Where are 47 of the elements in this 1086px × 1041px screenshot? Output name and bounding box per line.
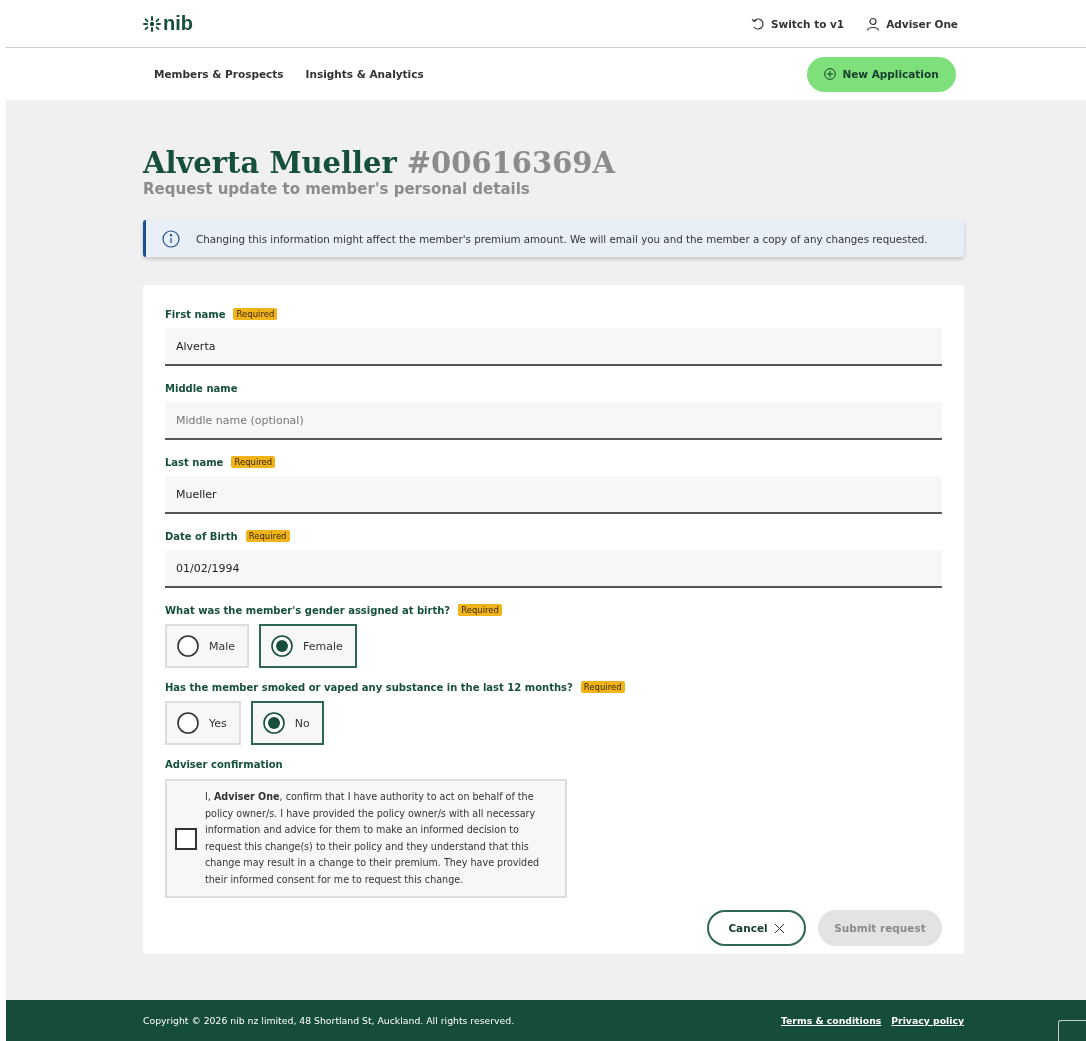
info-text: Changing this information might affect the member's premium amount. We will email you and the member a copy of any changes requested. xyxy=(196,232,928,245)
field-label: What was the member's gender assigned at birth? xyxy=(165,604,451,616)
text-field[interactable]: Mueller xyxy=(165,476,942,514)
confirmation-text: I, Adviser One, confirm that I have authority to act on behalf of the policy owner/s. I have provided the policy owner/s with all necessary information and advice for them to make an informed decision to request this change(s) to their policy and they understand that this change may result in a change to their premium. They have provided their informed consent for me to request this change. xyxy=(205,790,541,887)
text-field[interactable]: 01/02/1994 xyxy=(165,550,942,588)
copyright-text: Copyright © 2026 nib nz limited, 48 Shortland St, Auckland. All rights reserved. xyxy=(143,1015,515,1026)
close-icon xyxy=(773,922,785,934)
user-menu[interactable]: Adviser One xyxy=(866,16,958,31)
page-subtitle: Request update to member's personal details xyxy=(143,180,531,198)
logo-text[interactable]: nib xyxy=(163,12,193,35)
cancel-button[interactable]: Cancel xyxy=(707,910,806,946)
nav-link[interactable]: Insights & Analytics xyxy=(305,68,424,80)
new-application-button[interactable]: New Application xyxy=(807,56,956,92)
field-label: Adviser confirmation xyxy=(165,758,283,770)
required-badge: Required xyxy=(245,530,290,542)
radio-button[interactable] xyxy=(177,635,199,657)
field-label: Date of Birth xyxy=(165,530,238,542)
required-badge: Required xyxy=(231,456,276,468)
radio-button[interactable] xyxy=(262,712,285,734)
logo-icon xyxy=(143,15,161,32)
footer-link[interactable]: Terms & conditions xyxy=(780,1015,882,1026)
switch-version-link[interactable]: Switch to v1 xyxy=(750,16,845,31)
text-field[interactable]: Alverta xyxy=(165,328,942,366)
radio-option[interactable]: No xyxy=(250,701,324,745)
undo-icon xyxy=(750,16,765,31)
checkbox[interactable] xyxy=(175,827,197,850)
text-field[interactable]: Middle name (optional) xyxy=(165,402,942,440)
field-label: First name xyxy=(165,308,226,320)
plus-circle-icon xyxy=(824,68,837,80)
radio-option[interactable]: Female xyxy=(259,624,357,668)
radio-button[interactable] xyxy=(177,712,199,734)
member-name: Alverta Mueller xyxy=(143,146,397,180)
info-icon xyxy=(162,229,180,248)
required-badge: Required xyxy=(458,604,502,616)
required-badge: Required xyxy=(233,308,278,320)
required-badge: Required xyxy=(580,681,625,693)
radio-option[interactable]: Yes xyxy=(165,701,241,745)
user-icon xyxy=(866,16,881,31)
field-label: Has the member smoked or vaped any substance in the last 12 months? xyxy=(165,681,573,693)
member-number: #00616369A xyxy=(406,146,615,180)
radio-button[interactable] xyxy=(271,635,294,657)
footer-link[interactable]: Privacy policy xyxy=(891,1015,964,1026)
field-label: Last name xyxy=(165,456,224,468)
corner-button[interactable] xyxy=(1058,1020,1086,1041)
nav-link[interactable]: Members & Prospects xyxy=(154,68,284,80)
radio-option[interactable]: Male xyxy=(165,624,250,668)
field-label: Middle name xyxy=(165,382,238,394)
